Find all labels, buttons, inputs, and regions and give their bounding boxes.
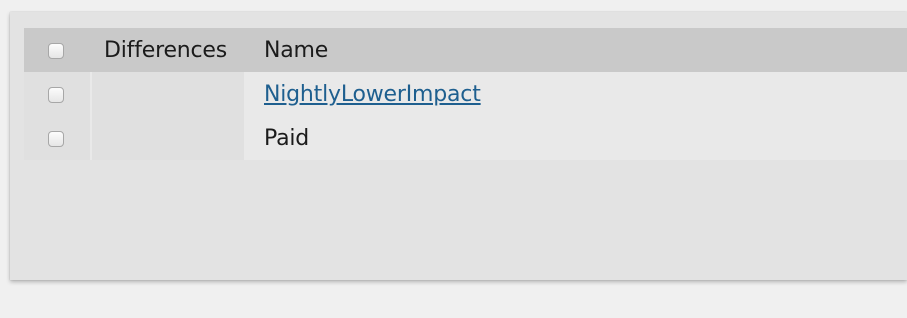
name-cell: NightlyLowerImpact [258,72,907,116]
row-select-cell [24,72,90,116]
header-differences-cell[interactable]: Differences [92,28,244,72]
table-panel: Differences Name NightlyLowerImpact Paid [10,12,907,280]
header-name-cell[interactable]: Name [258,28,907,72]
name-column-header: Name [264,38,329,63]
row-checkbox[interactable] [48,87,64,103]
name-cell: Paid [258,116,907,160]
row-select-cell [24,116,90,160]
differences-cell [92,72,244,116]
table-header-row: Differences Name [24,28,907,72]
select-all-checkbox[interactable] [48,43,64,59]
table-row: Paid [24,116,907,160]
differences-cell [92,116,244,160]
nightly-lower-impact-link[interactable]: NightlyLowerImpact [264,82,481,107]
paid-name-text: Paid [264,126,310,151]
row-checkbox[interactable] [48,131,64,147]
header-select-cell [24,28,90,72]
differences-column-header: Differences [104,38,228,63]
table-row: NightlyLowerImpact [24,72,907,116]
